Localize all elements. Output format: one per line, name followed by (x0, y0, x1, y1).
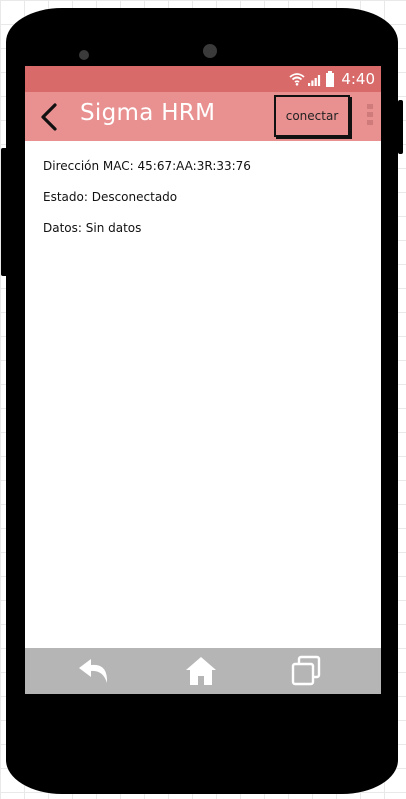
status-icons: 4:40 (289, 69, 375, 89)
phone-screen: 4:40 Sigma HRM conectar Dirección MAC: 4… (25, 66, 381, 694)
page-title: Sigma HRM (80, 100, 216, 126)
back-button[interactable] (35, 102, 65, 132)
mac-address-label: Dirección MAC: 45:67:AA:3R:33:76 (43, 159, 251, 173)
back-arrow-icon (79, 659, 108, 683)
connect-button[interactable]: conectar (274, 95, 350, 137)
navigation-bar (25, 648, 381, 694)
signal-icon (308, 75, 321, 86)
device-info: Dirección MAC: 45:67:AA:3R:33:76 Estado:… (43, 159, 363, 252)
sensor-dot (79, 50, 89, 60)
nav-home-button[interactable] (183, 655, 219, 687)
connection-status-label: Estado: Desconectado (43, 190, 178, 204)
app-bar: Sigma HRM conectar (25, 92, 381, 141)
nav-back-button[interactable] (77, 655, 113, 687)
battery-icon (326, 71, 335, 87)
wifi-icon (289, 73, 305, 86)
status-bar: 4:40 (25, 66, 381, 92)
clock: 4:40 (341, 70, 375, 88)
home-icon (186, 657, 216, 685)
recents-icon (291, 655, 321, 686)
overflow-menu-icon[interactable] (367, 104, 375, 128)
nav-recents-button[interactable] (288, 655, 324, 687)
front-camera (203, 44, 217, 58)
data-label: Datos: Sin datos (43, 221, 142, 235)
chevron-left-icon (41, 103, 57, 131)
power-button (398, 100, 403, 154)
